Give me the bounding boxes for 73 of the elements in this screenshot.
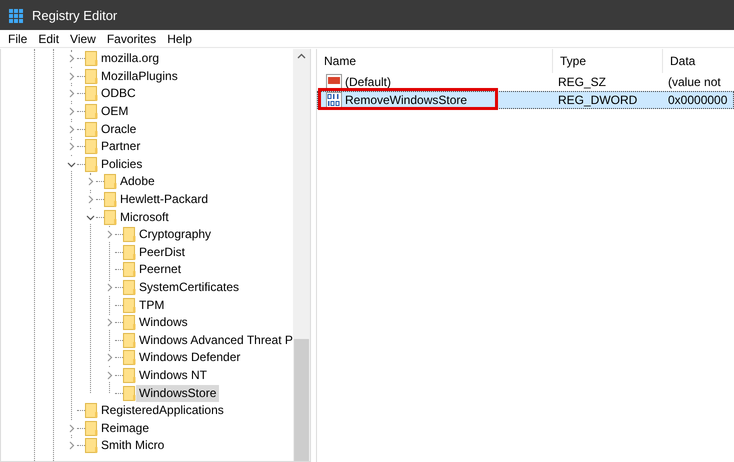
registry-grid-icon	[9, 8, 24, 22]
folder-icon	[85, 122, 98, 137]
column-header[interactable]: Data	[663, 49, 734, 73]
folder-icon	[104, 210, 117, 225]
folder-icon	[123, 332, 136, 348]
tree-item[interactable]: Peernet	[136, 261, 184, 278]
folder-icon	[123, 244, 136, 260]
folder-icon	[123, 368, 136, 383]
tree-item[interactable]: Windows NT	[136, 366, 210, 384]
folder-icon	[123, 315, 136, 330]
menu-item[interactable]: View	[66, 32, 103, 46]
chevron-right-icon[interactable]	[104, 283, 114, 292]
folder-icon	[85, 156, 98, 172]
tree-item[interactable]: Windows	[136, 314, 191, 332]
folder-icon	[123, 280, 136, 296]
tree-item[interactable]: TPM	[136, 296, 168, 314]
tree-item[interactable]: MozillaPlugins	[98, 68, 181, 85]
tree-item[interactable]: WindowsStore	[136, 384, 220, 402]
folder-icon	[123, 298, 136, 313]
menu-item[interactable]: File	[4, 32, 34, 46]
menu-item[interactable]: Help	[163, 32, 199, 46]
folder-icon	[85, 51, 98, 66]
value-name: RemoveWindowsStore	[345, 93, 468, 107]
tree-item[interactable]: Partner	[98, 138, 144, 156]
column-header[interactable]: Type	[553, 49, 663, 73]
tree-item[interactable]: Microsoft	[117, 208, 172, 226]
tree-item[interactable]: ODBC	[98, 85, 139, 102]
folder-icon	[123, 227, 136, 242]
folder-icon	[85, 86, 98, 102]
string-value-icon	[326, 74, 342, 90]
value-type: REG_SZ	[557, 75, 608, 89]
folder-icon	[104, 174, 117, 190]
tree-item[interactable]: Adobe	[117, 173, 158, 190]
chevron-down-icon[interactable]	[66, 160, 76, 169]
tree-item[interactable]: mozilla.org	[98, 50, 162, 68]
value-row[interactable]: RemoveWindowsStore REG_DWORD 0x0000000	[317, 91, 734, 109]
chevron-right-icon[interactable]	[104, 230, 114, 240]
window-title: Registry Editor	[32, 8, 118, 22]
tree-item[interactable]: Smith Micro	[98, 437, 168, 454]
folder-icon	[85, 403, 98, 418]
value-data: 0x0000000	[667, 93, 728, 107]
folder-icon	[85, 104, 98, 120]
value-row[interactable]: (Default) REG_SZ (value not	[317, 73, 734, 91]
folder-icon	[85, 420, 98, 436]
tree-item[interactable]: Windows Defender	[136, 349, 244, 366]
folder-icon	[123, 386, 136, 401]
folder-icon	[85, 68, 98, 84]
tree-item[interactable]: PeerDist	[136, 244, 188, 261]
value-data: (value not	[667, 75, 722, 89]
scroll-thumb[interactable]	[294, 339, 309, 461]
menu-item[interactable]: Favorites	[102, 32, 164, 46]
tree-item[interactable]: Reimage	[98, 420, 152, 437]
folder-icon	[85, 139, 98, 154]
folder-icon	[104, 192, 117, 208]
scroll-bar[interactable]	[293, 49, 310, 461]
tree-item[interactable]: Windows Advanced Threat P	[136, 332, 293, 349]
binary-value-icon	[326, 92, 342, 108]
tree-item[interactable]: Hewlett-Packard	[117, 191, 212, 208]
value-type: REG_DWORD	[557, 93, 638, 107]
folder-icon	[85, 438, 98, 454]
tree-item[interactable]: Cryptography	[136, 226, 214, 244]
tree-item[interactable]: RegisteredApplications	[98, 402, 227, 420]
chevron-down-icon[interactable]	[86, 212, 94, 222]
tree-item[interactable]: OEM	[98, 103, 132, 120]
menu-item[interactable]: Edit	[34, 32, 66, 46]
folder-icon	[123, 350, 136, 366]
value-name: (Default)	[345, 75, 392, 89]
column-header[interactable]: Name	[317, 49, 553, 73]
tree-item[interactable]: Oracle	[98, 120, 140, 138]
tree-item[interactable]: Policies	[98, 156, 146, 173]
tree-item[interactable]: SystemCertificates	[136, 279, 242, 296]
folder-icon	[123, 262, 136, 278]
chevron-right-icon[interactable]	[104, 318, 114, 328]
